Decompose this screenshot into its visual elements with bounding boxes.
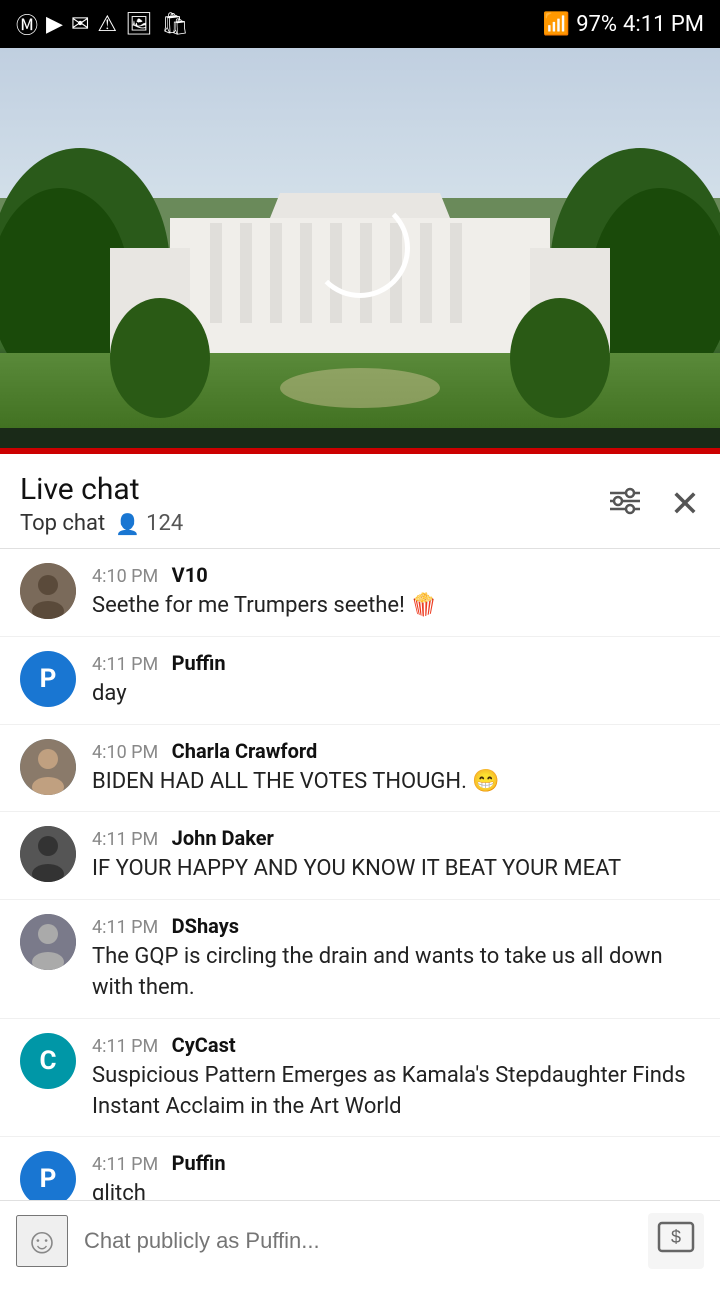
- time-display: 4:11 PM: [623, 12, 704, 37]
- emoji-icon: ☺: [24, 1220, 61, 1262]
- close-button[interactable]: ✕: [670, 483, 700, 525]
- chat-text: day: [92, 679, 700, 710]
- chat-meta: 4:11 PM Puffin: [92, 651, 700, 675]
- chat-username: DShays: [172, 914, 239, 938]
- chat-meta: 4:10 PM V10: [92, 563, 700, 587]
- chat-text: BIDEN HAD ALL THE VOTES THOUGH. 😁: [92, 767, 700, 798]
- chat-text: Seethe for me Trumpers seethe! 🍿: [92, 591, 700, 622]
- chat-content: 4:11 PM John Daker IF YOUR HAPPY AND YOU…: [92, 826, 700, 885]
- filter-icon[interactable]: [608, 485, 642, 523]
- avatar: [20, 826, 76, 882]
- chat-time: 4:10 PM: [92, 742, 158, 763]
- chat-text: The GQP is circling the drain and wants …: [92, 942, 700, 1004]
- chat-time: 4:10 PM: [92, 566, 158, 587]
- bag-icon: 🛍: [161, 12, 189, 37]
- avatar: [20, 739, 76, 795]
- avatar: P: [20, 651, 76, 707]
- m-icon: Ⓜ: [16, 8, 38, 40]
- chat-username: Puffin: [172, 651, 226, 675]
- chat-username: John Daker: [172, 826, 274, 850]
- chat-username: V10: [172, 563, 208, 587]
- emoji-button[interactable]: ☺: [16, 1215, 68, 1267]
- chat-meta: 4:11 PM Puffin: [92, 1151, 700, 1175]
- live-chat-title: Live chat: [20, 472, 183, 507]
- send-button[interactable]: $: [648, 1213, 704, 1269]
- chat-meta: 4:11 PM DShays: [92, 914, 700, 938]
- chat-list: 4:10 PM V10 Seethe for me Trumpers seeth…: [0, 549, 720, 1225]
- list-item: C 4:11 PM CyCast Suspicious Pattern Emer…: [0, 1019, 720, 1138]
- chat-text: IF YOUR HAPPY AND YOU KNOW IT BEAT YOUR …: [92, 854, 700, 885]
- list-item: 4:10 PM V10 Seethe for me Trumpers seeth…: [0, 549, 720, 637]
- chat-input-bar: ☺ $: [0, 1200, 720, 1280]
- chat-time: 4:11 PM: [92, 1036, 158, 1057]
- status-icons-right: 📶 97% 4:11 PM: [543, 12, 704, 37]
- status-bar: Ⓜ ▶ ✉ ⚠ 🖼 🛍 📶 97% 4:11 PM: [0, 0, 720, 48]
- chat-time: 4:11 PM: [92, 654, 158, 675]
- youtube-icon: ▶: [46, 12, 63, 37]
- avatar: P: [20, 1151, 76, 1207]
- chat-username: Charla Crawford: [172, 739, 318, 763]
- status-icons-left: Ⓜ ▶ ✉ ⚠ 🖼 🛍: [16, 8, 189, 40]
- chat-content: 4:10 PM V10 Seethe for me Trumpers seeth…: [92, 563, 700, 622]
- chat-content: 4:11 PM DShays The GQP is circling the d…: [92, 914, 700, 1004]
- chat-content: 4:10 PM Charla Crawford BIDEN HAD ALL TH…: [92, 739, 700, 798]
- chat-text: Suspicious Pattern Emerges as Kamala's S…: [92, 1061, 700, 1123]
- avatar: [20, 563, 76, 619]
- battery-percent: 97%: [576, 12, 617, 37]
- viewer-count: 👤 124: [115, 511, 183, 536]
- chat-input[interactable]: [84, 1228, 632, 1254]
- chat-content: 4:11 PM Puffin day: [92, 651, 700, 710]
- loading-spinner: [310, 198, 410, 298]
- chat-meta: 4:11 PM John Daker: [92, 826, 700, 850]
- chat-meta: 4:11 PM CyCast: [92, 1033, 700, 1057]
- chat-username: Puffin: [172, 1151, 226, 1175]
- person-icon: 👤: [115, 512, 140, 536]
- video-player[interactable]: [0, 48, 720, 448]
- top-chat-label: Top chat: [20, 511, 105, 536]
- chat-time: 4:11 PM: [92, 829, 158, 850]
- live-chat-header: Live chat Top chat 👤 124 ✕: [0, 454, 720, 549]
- image-icon: 🖼: [125, 12, 153, 37]
- avatar: C: [20, 1033, 76, 1089]
- warning-icon: ⚠: [97, 12, 117, 37]
- gmail-icon: ✉: [71, 12, 89, 37]
- avatar: [20, 914, 76, 970]
- list-item: 4:10 PM Charla Crawford BIDEN HAD ALL TH…: [0, 725, 720, 813]
- top-chat-row: Top chat 👤 124: [20, 511, 183, 536]
- chat-time: 4:11 PM: [92, 917, 158, 938]
- viewer-count-number: 124: [146, 511, 183, 536]
- wifi-icon: 📶: [543, 12, 570, 37]
- live-chat-title-area: Live chat Top chat 👤 124: [20, 472, 183, 536]
- chat-meta: 4:10 PM Charla Crawford: [92, 739, 700, 763]
- chat-time: 4:11 PM: [92, 1154, 158, 1175]
- header-actions: ✕: [608, 483, 700, 525]
- list-item: 4:11 PM John Daker IF YOUR HAPPY AND YOU…: [0, 812, 720, 900]
- chat-username: CyCast: [172, 1033, 236, 1057]
- list-item: 4:11 PM DShays The GQP is circling the d…: [0, 900, 720, 1019]
- send-icon: $: [657, 1221, 695, 1260]
- list-item: P 4:11 PM Puffin day: [0, 637, 720, 725]
- chat-content: 4:11 PM CyCast Suspicious Pattern Emerge…: [92, 1033, 700, 1123]
- svg-text:$: $: [671, 1227, 681, 1247]
